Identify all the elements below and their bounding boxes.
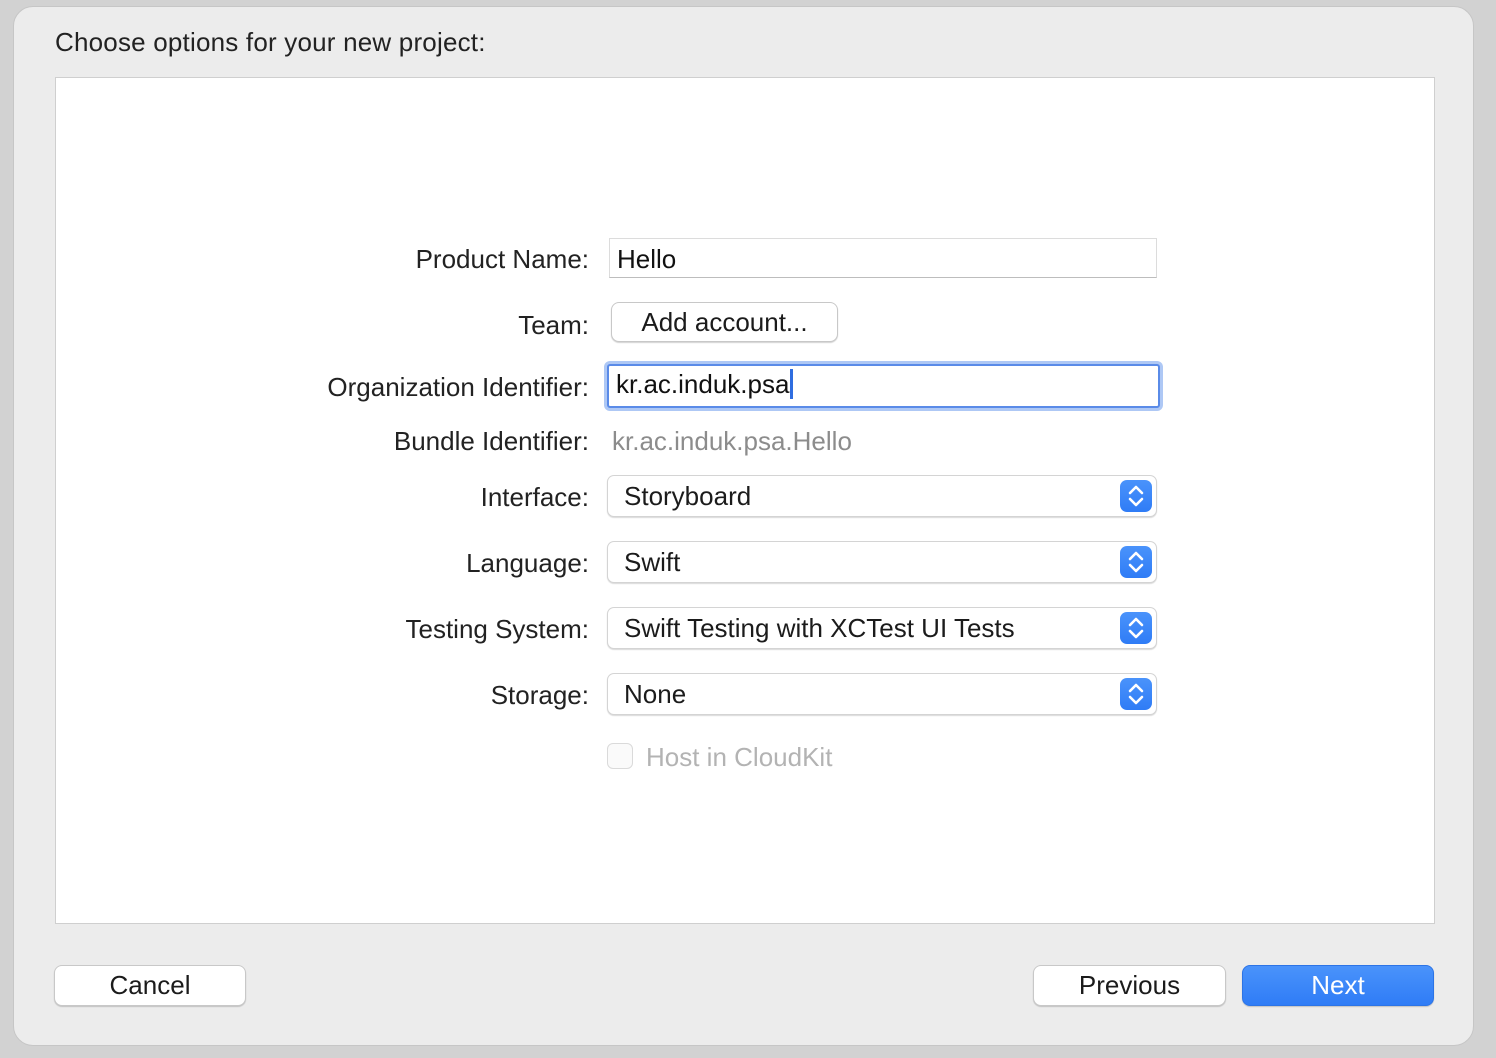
product-name-label: Product Name: <box>415 244 589 274</box>
testing-system-selected-value: Swift Testing with XCTest UI Tests <box>624 613 1015 643</box>
add-account-button[interactable]: Add account... <box>611 302 838 342</box>
previous-button[interactable]: Previous <box>1033 965 1226 1006</box>
chevron-up-down-icon <box>1120 546 1152 578</box>
language-selected-value: Swift <box>624 547 681 577</box>
text-caret <box>790 369 794 399</box>
interface-selected-value: Storyboard <box>624 481 752 511</box>
testing-system-label: Testing System: <box>405 614 589 644</box>
testing-system-popup[interactable]: Swift Testing with XCTest UI Tests <box>607 607 1157 649</box>
bundle-identifier-value: kr.ac.induk.psa.Hello <box>612 426 852 456</box>
chevron-up-down-icon <box>1120 480 1152 512</box>
next-button[interactable]: Next <box>1242 965 1434 1006</box>
sheet-title: Choose options for your new project: <box>55 27 486 57</box>
interface-popup[interactable]: Storyboard <box>607 475 1157 517</box>
organization-identifier-field[interactable]: kr.ac.induk.psa <box>607 364 1160 408</box>
storage-selected-value: None <box>624 679 687 709</box>
language-label: Language: <box>466 548 589 578</box>
host-in-cloudkit-label: Host in CloudKit <box>646 742 833 772</box>
product-name-value: Hello <box>617 244 677 274</box>
language-popup[interactable]: Swift <box>607 541 1157 583</box>
new-project-options-sheet: Choose options for your new project: <box>13 6 1474 1046</box>
cancel-button[interactable]: Cancel <box>54 965 246 1006</box>
organization-identifier-value: kr.ac.induk.psa <box>616 369 790 399</box>
chevron-up-down-icon <box>1120 678 1152 710</box>
storage-popup[interactable]: None <box>607 673 1157 715</box>
team-label: Team: <box>518 310 589 340</box>
host-in-cloudkit-checkbox[interactable] <box>607 743 633 769</box>
organization-identifier-label: Organization Identifier: <box>327 372 589 402</box>
chevron-up-down-icon <box>1120 612 1152 644</box>
product-name-field[interactable]: Hello <box>609 238 1157 278</box>
interface-label: Interface: <box>480 482 589 512</box>
storage-label: Storage: <box>490 680 589 710</box>
bundle-identifier-label: Bundle Identifier: <box>393 426 589 456</box>
